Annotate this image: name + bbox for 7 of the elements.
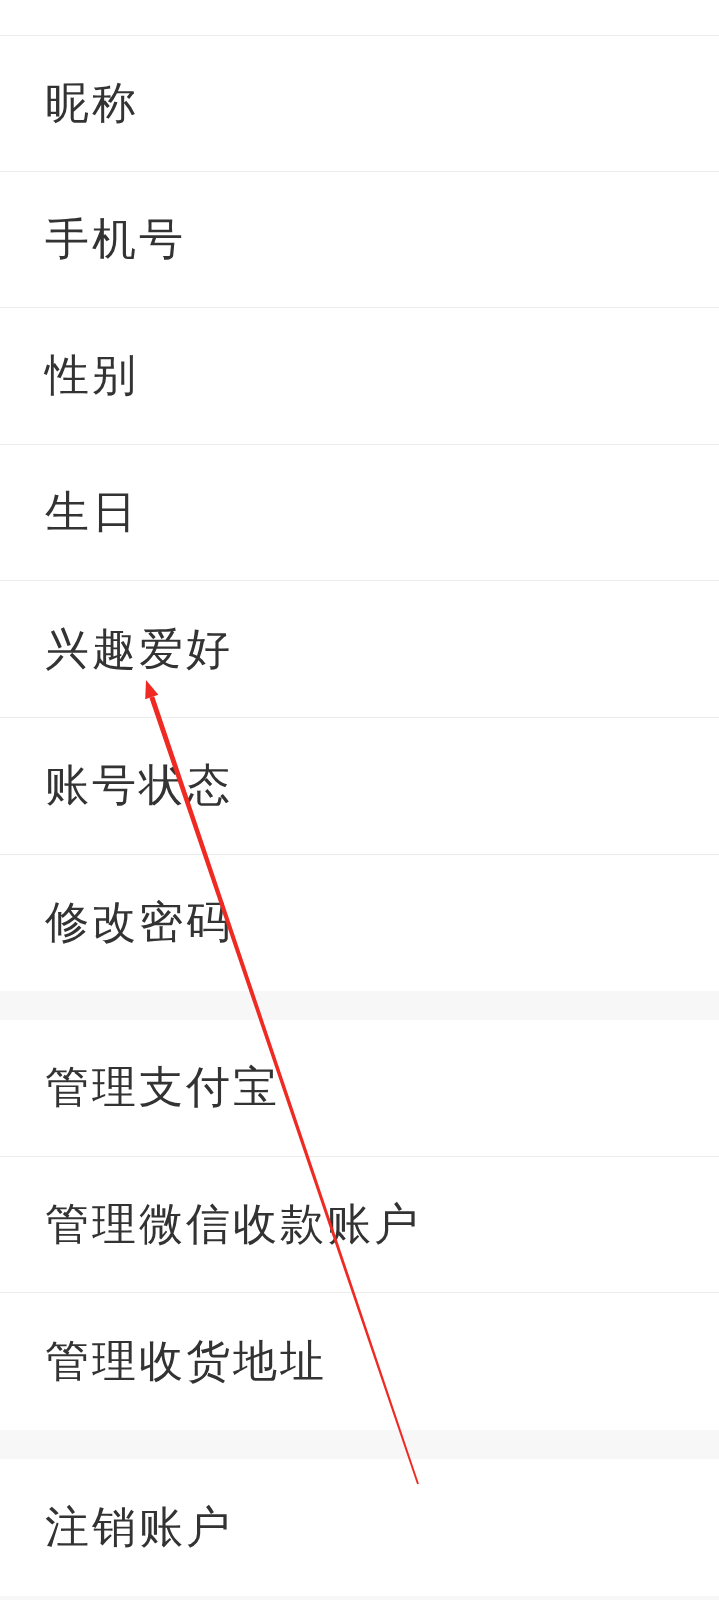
settings-item[interactable]: 注销账户	[0, 1458, 719, 1596]
settings-item[interactable]: 管理收货地址	[0, 1293, 719, 1430]
settings-item[interactable]: 性别	[0, 308, 719, 445]
settings-item[interactable]: 手机号	[0, 171, 719, 309]
settings-item[interactable]: 修改密码	[0, 854, 719, 992]
settings-item[interactable]: 昵称	[0, 35, 719, 172]
settings-item[interactable]: 生日	[0, 444, 719, 582]
